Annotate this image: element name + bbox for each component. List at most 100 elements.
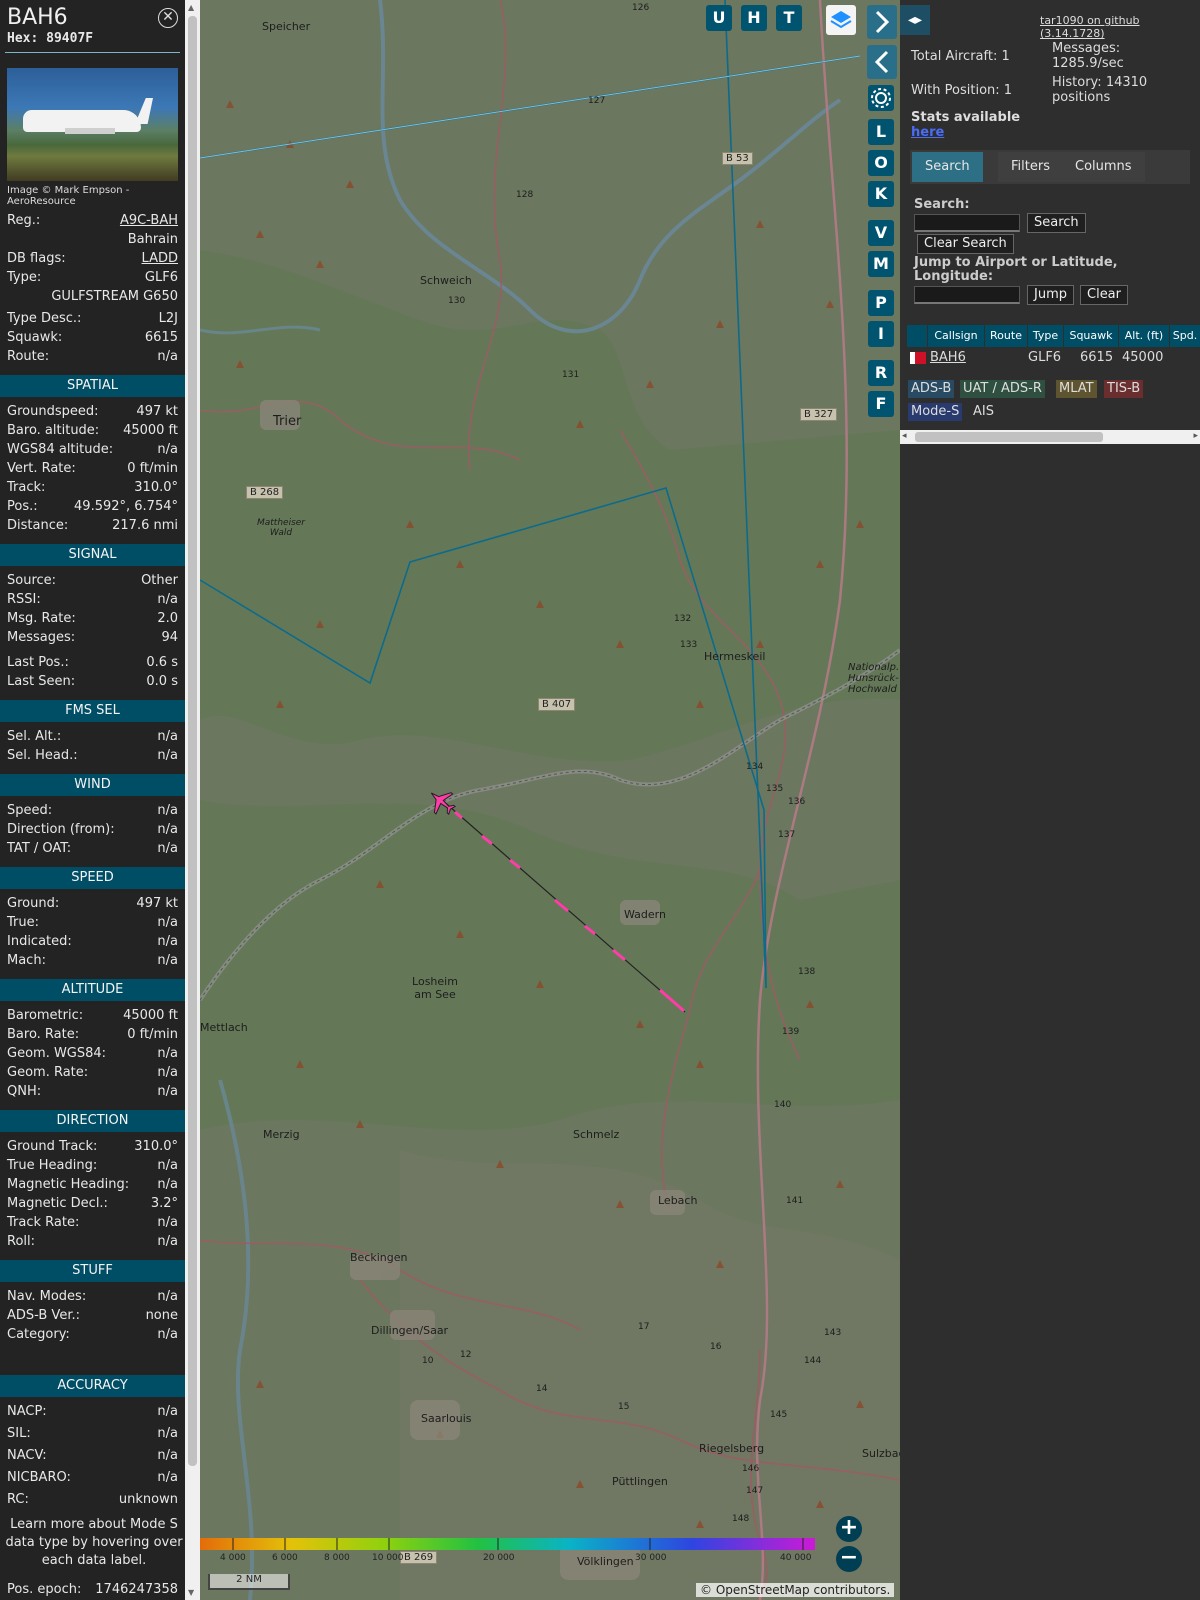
collapse-left-icon[interactable]	[867, 45, 897, 79]
zoom-out-icon[interactable]: −	[836, 1546, 862, 1572]
table-row-callsign[interactable]: BAH6	[930, 348, 966, 368]
settings-gear-icon[interactable]	[868, 85, 894, 111]
info-row: Route: n/a	[7, 349, 178, 368]
scroll-thumb[interactable]	[915, 432, 1103, 442]
km-marker: 143	[824, 1328, 842, 1338]
table-header-squawk[interactable]: Squawk	[1064, 325, 1118, 347]
map-label: Mattheiser Wald	[256, 518, 305, 538]
scroll-down-icon[interactable]: ▼	[188, 1588, 194, 1597]
jump-input[interactable]	[914, 286, 1020, 304]
badge-mlat[interactable]: MLAT	[1056, 380, 1097, 398]
table-horizontal-scrollbar[interactable]: ◂ ▸	[900, 430, 1200, 444]
photo-jet-tail	[135, 98, 153, 124]
tab-columns[interactable]: Columns	[1062, 152, 1145, 182]
close-icon[interactable]: ✕	[158, 8, 178, 28]
info-row: Mach: n/a	[7, 953, 178, 972]
info-row: Type: GLF6	[7, 270, 178, 289]
map-label: Riegelsberg	[699, 1442, 765, 1455]
section-header-stuff: STUFF	[0, 1260, 185, 1282]
info-row: Pos.: 49.592°, 6.754°	[7, 499, 178, 518]
info-row: NICBARO: n/a	[7, 1470, 178, 1489]
toggle-k-button[interactable]: K	[868, 181, 894, 207]
toggle-i-button[interactable]: I	[868, 321, 894, 347]
info-row-value: 310.0°	[134, 480, 178, 495]
info-row-label: RC:	[7, 1492, 29, 1507]
km-marker: 12	[460, 1350, 472, 1360]
scroll-up-icon[interactable]: ▲	[188, 3, 194, 12]
scroll-left-icon[interactable]: ◂	[902, 431, 907, 441]
badge-adsb[interactable]: ADS-B	[908, 380, 955, 398]
info-row: Nav. Modes: n/a	[7, 1289, 178, 1308]
toggle-v-button[interactable]: V	[868, 220, 894, 246]
search-button[interactable]: Search	[1027, 213, 1086, 233]
legend-tick: 40 000	[780, 1553, 812, 1563]
map-attribution[interactable]: © OpenStreetMap contributors.	[696, 1583, 895, 1597]
info-row: Sel. Head.: n/a	[7, 748, 178, 767]
badge-tisb[interactable]: TIS-B	[1104, 380, 1144, 398]
section-header-speed: SPEED	[0, 867, 185, 889]
info-row: Reg.: A9C-BAH	[7, 213, 178, 232]
map-label: Hermeskeil	[704, 650, 766, 663]
scroll-thumb[interactable]	[188, 16, 197, 1466]
badge-modes[interactable]: Mode-S	[908, 403, 963, 421]
table-header-alt[interactable]: Alt. (ft)	[1119, 325, 1169, 347]
table-header-flag	[907, 325, 927, 347]
info-row-value[interactable]: LADD	[142, 251, 178, 266]
legend-tick: 20 000	[483, 1553, 515, 1563]
scroll-right-icon[interactable]: ▸	[1193, 431, 1198, 441]
road-label: B 53	[722, 152, 753, 165]
github-link[interactable]: tar1090 on github (3.14.1728)	[1040, 14, 1200, 40]
photo-credit: Image © Mark Empson - AeroResource	[7, 185, 130, 207]
info-row: Bahrain	[7, 232, 178, 251]
stats-here-link[interactable]: here	[911, 126, 944, 140]
toggle-r-button[interactable]: R	[868, 360, 894, 386]
clear-search-button[interactable]: Clear Search	[917, 234, 1014, 254]
toggle-f-button[interactable]: F	[868, 391, 894, 417]
zoom-in-icon[interactable]: +	[836, 1516, 862, 1542]
badge-uat-adsr[interactable]: UAT / ADS-R	[960, 380, 1045, 398]
info-row-value: n/a	[157, 803, 178, 818]
tab-search[interactable]: Search	[912, 152, 983, 182]
km-marker: 147	[746, 1486, 764, 1496]
history-label: History: 14310	[1052, 75, 1148, 90]
jump-label: Jump to Airport or Latitude, Longitude:	[914, 255, 1118, 284]
info-row: Geom. WGS84: n/a	[7, 1046, 178, 1065]
info-row-label: Direction (from):	[7, 822, 115, 837]
legend-tick: 30 000	[635, 1553, 667, 1563]
km-marker: 132	[674, 614, 692, 624]
info-row-label: Msg. Rate:	[7, 611, 76, 626]
info-row-label: Pos.:	[7, 499, 38, 514]
info-row: ADS-B Ver.: none	[7, 1308, 178, 1327]
history-positions: positions	[1052, 90, 1111, 105]
search-input[interactable]	[914, 214, 1020, 232]
info-row-label: Type Desc.:	[7, 311, 82, 326]
toggle-t-button[interactable]: T	[776, 5, 802, 31]
clear-button[interactable]: Clear	[1080, 285, 1128, 305]
toggle-m-button[interactable]: M	[868, 251, 894, 277]
tab-filters[interactable]: Filters	[998, 152, 1063, 182]
tab-bar: Search Filters Columns	[910, 150, 1190, 184]
table-row-type: GLF6	[1028, 350, 1062, 365]
badge-ais[interactable]: AIS	[970, 403, 997, 421]
toggle-p-button[interactable]: P	[868, 290, 894, 316]
table-header-speed[interactable]: Spd.	[1170, 325, 1200, 347]
km-marker: 14	[536, 1384, 548, 1394]
toggle-o-button[interactable]: O	[868, 150, 894, 176]
aircraft-photo[interactable]	[7, 68, 178, 181]
info-row-label: Route:	[7, 349, 50, 364]
map-view[interactable]: Speicher Schweich Trier Mattheiser Wald …	[200, 0, 900, 1600]
info-row-value[interactable]: A9C-BAH	[120, 213, 178, 228]
toggle-h-button[interactable]: H	[741, 5, 767, 31]
legend-tick: 10 000	[372, 1553, 404, 1563]
jump-button[interactable]: Jump	[1027, 285, 1074, 305]
swap-arrows-icon[interactable]: ◂▸	[900, 5, 930, 35]
table-header-type[interactable]: Type	[1028, 325, 1063, 347]
expand-right-icon[interactable]	[867, 5, 897, 39]
toggle-l-button[interactable]: L	[868, 119, 894, 145]
layers-icon[interactable]	[826, 5, 856, 35]
table-header-route[interactable]: Route	[985, 325, 1027, 347]
info-scrollbar[interactable]: ▲ ▼	[185, 0, 200, 1600]
toggle-u-button[interactable]: U	[706, 5, 732, 31]
learn-more-text: Learn more about Mode S data type by hov…	[5, 1517, 183, 1568]
table-header-callsign[interactable]: Callsign	[928, 325, 984, 347]
